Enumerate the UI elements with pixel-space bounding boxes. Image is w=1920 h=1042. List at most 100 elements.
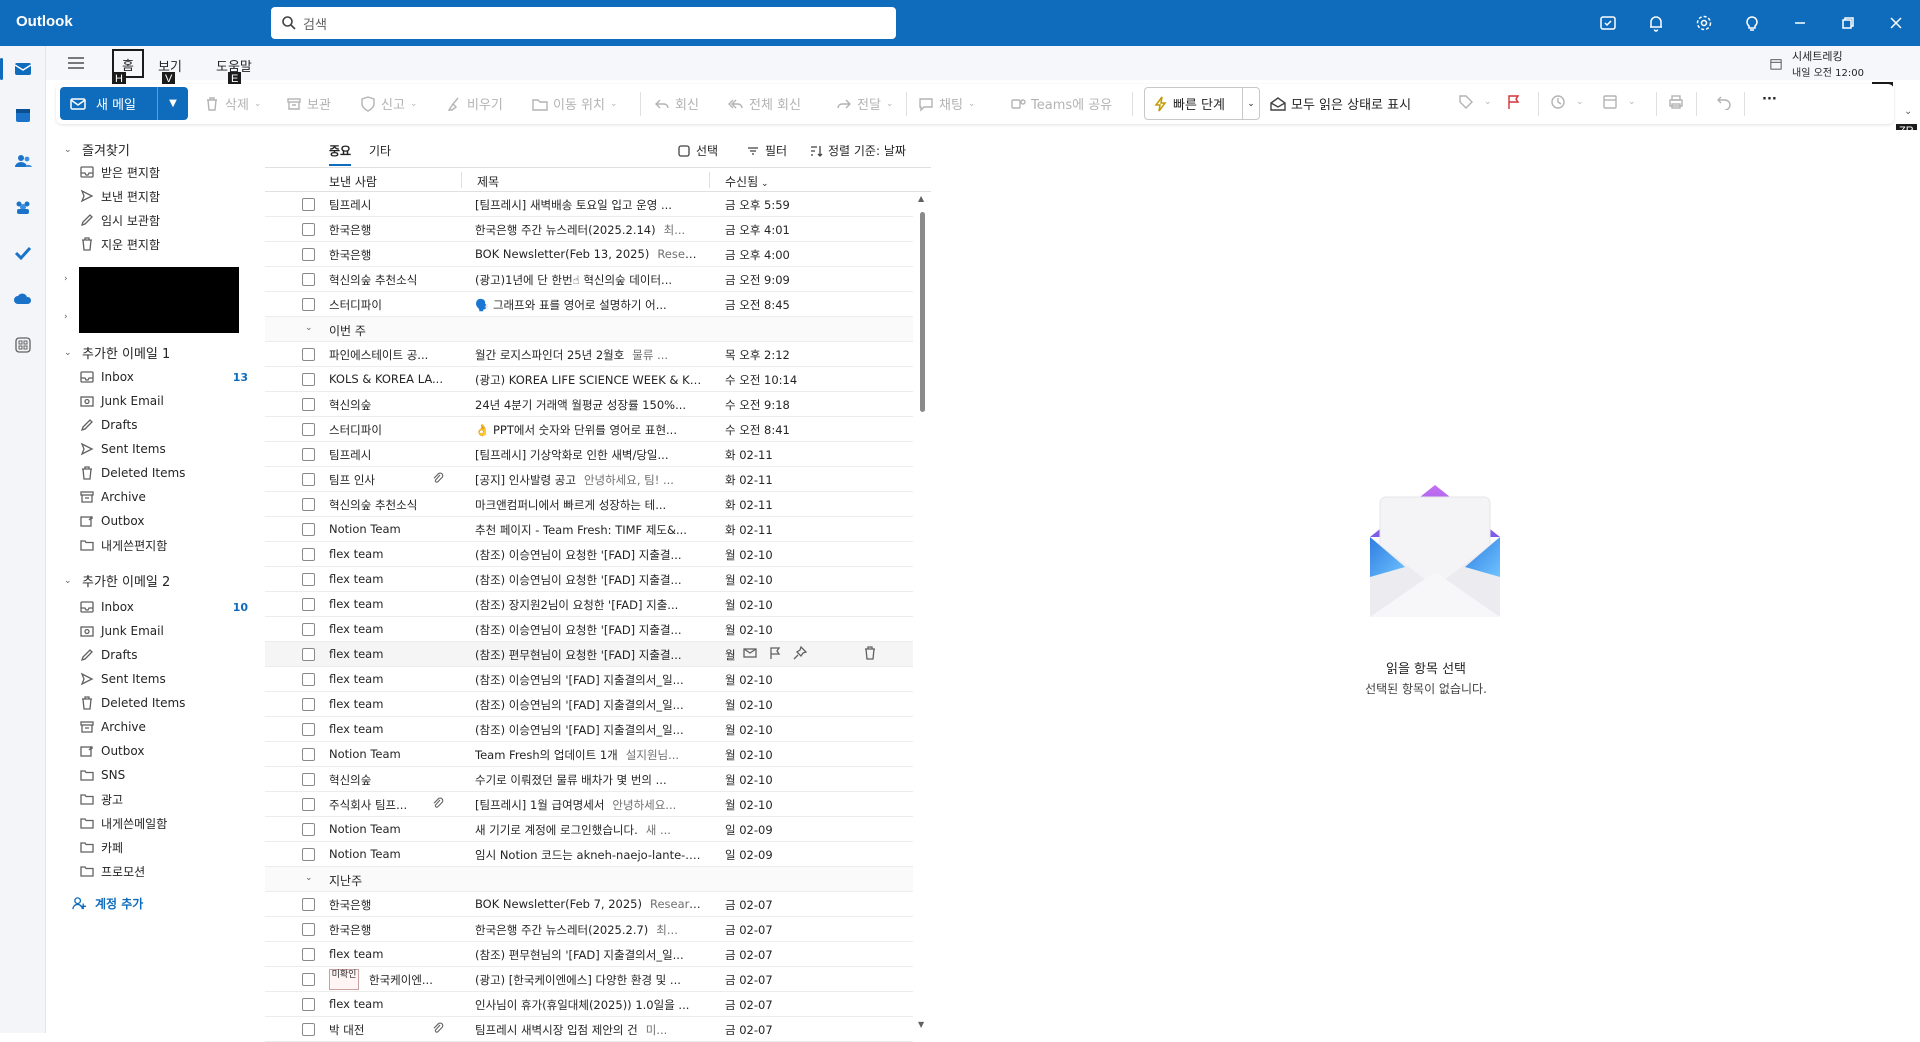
message-row[interactable]: flex team (참조) 장지원2님이 요청한 '[FAD] 지출... 월 0… <box>265 592 913 617</box>
row-checkbox[interactable] <box>302 948 315 961</box>
row-checkbox[interactable] <box>302 848 315 861</box>
fav-inbox[interactable]: 받은 편지함 <box>80 160 248 184</box>
mark-all-read-button[interactable]: 모두 읽은 상태로 표시 <box>1270 94 1411 113</box>
message-row[interactable]: 팀프레시 [팀프레시] 기상악화로 인한 새벽/당일... 화 02-11 <box>265 442 913 467</box>
report-button[interactable]: 신고 ⌄ <box>360 94 417 113</box>
message-row[interactable]: 혁신의숲 24년 4분기 거래액 월평균 성장률 150%... 수 오전 9:18 <box>265 392 913 417</box>
row-checkbox[interactable] <box>302 623 315 636</box>
delete-button[interactable]: 삭제 ⌄ <box>204 94 261 113</box>
print-button[interactable] <box>1668 94 1689 110</box>
row-checkbox[interactable] <box>302 573 315 586</box>
search-box[interactable]: 검색 <box>271 7 896 39</box>
row-checkbox[interactable] <box>302 923 315 936</box>
tips-button[interactable] <box>1728 0 1776 46</box>
pin-icon[interactable] <box>793 646 807 660</box>
message-row[interactable]: flex team (참조) 편무현님이 요청한 '[FAD] 지출결... 월 <box>265 642 913 667</box>
message-row[interactable]: flex team (참조) 이승연님이 요청한 '[FAD] 지출결... 월 0… <box>265 567 913 592</box>
row-checkbox[interactable] <box>302 523 315 536</box>
message-row[interactable]: 팀프레시 [팀프레시] 새벽배송 토요일 입고 운영 ... 금 오후 5:59 <box>265 192 913 217</box>
date-group-header[interactable]: ⌄ 지난주 <box>265 867 913 892</box>
reply-all-button[interactable]: 전체 회신 <box>728 94 801 113</box>
my-day-button[interactable] <box>1584 0 1632 46</box>
add-account-link[interactable]: 계정 추가 <box>72 895 143 912</box>
snooze-button[interactable]: ⌄ <box>1550 94 1584 110</box>
message-row[interactable]: flex team (참조) 이승연님이 요청한 '[FAD] 지출결... 월 0… <box>265 617 913 642</box>
quick-steps-dropdown[interactable]: ⌄ <box>1243 99 1259 109</box>
minimize-button[interactable] <box>1776 0 1824 46</box>
close-button[interactable] <box>1872 0 1920 46</box>
row-checkbox[interactable] <box>302 223 315 236</box>
chevron-right-icon[interactable]: › <box>64 312 68 322</box>
chevron-right-icon[interactable]: › <box>64 274 68 284</box>
scrollbar-thumb[interactable] <box>920 212 925 412</box>
row-checkbox[interactable] <box>302 423 315 436</box>
message-row[interactable]: 한국은행 한국은행 주간 뉴스레터(2025.2.7) 최... 금 02-07 <box>265 917 913 942</box>
forward-button[interactable]: 전달 ⌄ <box>836 94 893 113</box>
select-button[interactable]: 선택 <box>677 142 718 159</box>
message-row[interactable]: 한국은행 한국은행 주간 뉴스레터(2025.2.14) 최... 금 오후 4:01 <box>265 217 913 242</box>
folder-item[interactable]: Drafts <box>80 413 248 437</box>
folder-item[interactable]: Sent Items <box>80 437 248 461</box>
row-checkbox[interactable] <box>302 348 315 361</box>
mark-read-icon[interactable] <box>743 646 757 660</box>
message-row[interactable]: 한국은행 BOK Newsletter(Feb 7, 2025) Researc..… <box>265 892 913 917</box>
folder-item[interactable]: Junk Email <box>80 619 248 643</box>
folder-item[interactable]: 프로모션 <box>80 859 248 883</box>
message-row[interactable]: Notion Team 임시 Notion 코드는 akneh-naejo-lan… <box>265 842 913 867</box>
message-row[interactable]: flex team (참조) 이승연님의 '[FAD] 지출결의서_일... 월 0… <box>265 667 913 692</box>
message-row[interactable]: 주식회사 팀프... [팀프레시] 1월 급여명세서 안녕하세요... 월 02-10 <box>265 792 913 817</box>
message-row[interactable]: Notion Team Team Fresh의 업데이트 1개 설지원님... 월 0… <box>265 742 913 767</box>
favorites-header[interactable]: ⌄ 즐겨찾기 <box>56 140 130 159</box>
new-mail-button[interactable]: 새 메일 <box>60 87 158 120</box>
new-mail-dropdown[interactable]: ▼ <box>158 98 188 109</box>
message-row[interactable]: 혁신의숲 수기로 이뤄졌던 물류 배차가 몇 번의 ... 월 02-10 <box>265 767 913 792</box>
column-divider[interactable] <box>461 172 462 188</box>
folder-item[interactable]: Inbox 10 <box>80 595 248 619</box>
rail-people[interactable] <box>0 138 46 184</box>
message-row[interactable]: 혁신의숲 추천소식 (광고)1년에 단 한번☝ 혁신의숲 데이터... 금 오전 9… <box>265 267 913 292</box>
rail-mail[interactable] <box>0 46 46 92</box>
message-row[interactable]: KOLS & KOREA LA... (광고) KOREA LIFE SCIENC… <box>265 367 913 392</box>
row-checkbox[interactable] <box>302 548 315 561</box>
sweep-button[interactable]: 비우기 <box>446 94 503 113</box>
row-checkbox[interactable] <box>302 448 315 461</box>
folder-item[interactable]: Drafts <box>80 643 248 667</box>
flag-button[interactable] <box>1506 94 1527 110</box>
column-divider[interactable] <box>709 172 710 188</box>
more-options-button[interactable]: ··· <box>1762 92 1777 107</box>
message-row[interactable]: flex team (참조) 이승연님의 '[FAD] 지출결의서_일... 월 0… <box>265 717 913 742</box>
folder-item[interactable]: SNS <box>80 763 248 787</box>
message-list-scrollbar[interactable]: ▲ ▼ <box>915 192 929 1033</box>
tab-other[interactable]: 기타 <box>369 142 391 159</box>
message-row[interactable]: 한국은행 BOK Newsletter(Feb 13, 2025) Researc.… <box>265 242 913 267</box>
hamburger-menu-icon[interactable] <box>66 54 86 72</box>
message-row[interactable]: flex team 인사님이 휴가(휴일대체(2025)) 1.0일을 ... 금 … <box>265 992 913 1017</box>
folder-item[interactable]: Sent Items <box>80 667 248 691</box>
row-checkbox[interactable] <box>302 598 315 611</box>
message-row[interactable]: 혁신의숲 추천소식 마크앤컴퍼니에서 빠르게 성장하는 테... 화 02-11 <box>265 492 913 517</box>
reply-button[interactable]: 회신 <box>654 94 699 113</box>
flag-icon[interactable] <box>768 646 782 660</box>
account2-header[interactable]: ⌄ 추가한 이메일 2 <box>56 571 170 590</box>
folder-item[interactable]: 내게쓴메일함 <box>80 811 248 835</box>
scroll-up-arrow-icon[interactable]: ▲ <box>918 194 924 203</box>
move-to-button[interactable]: 이동 위치 ⌄ <box>532 94 618 113</box>
sort-button[interactable]: 정렬 기준: 날짜 <box>809 142 906 159</box>
upcoming-event[interactable]: 시세트레킹 내일 오전 12:00 <box>1770 48 1864 79</box>
row-checkbox[interactable] <box>302 373 315 386</box>
folder-item[interactable]: Junk Email <box>80 389 248 413</box>
row-checkbox[interactable] <box>302 998 315 1011</box>
rail-apps[interactable] <box>0 322 46 368</box>
categorize-button[interactable]: ⌄ <box>1458 94 1492 110</box>
share-to-teams-button[interactable]: Teams에 공유 <box>1010 94 1112 113</box>
tab-focused[interactable]: 중요 <box>329 142 352 166</box>
quick-steps-button[interactable]: 빠른 단계 <box>1145 88 1243 119</box>
row-checkbox[interactable] <box>302 673 315 686</box>
rules-button[interactable]: ⌄ <box>1602 94 1636 110</box>
row-checkbox[interactable] <box>302 773 315 786</box>
message-row[interactable]: flex team (참조) 편무현님의 '[FAD] 지출결의서_일... 금 0… <box>265 942 913 967</box>
column-subject[interactable]: 제목 <box>477 173 499 190</box>
row-checkbox[interactable] <box>302 398 315 411</box>
trash-icon[interactable] <box>863 646 877 660</box>
folder-item[interactable]: 카페 <box>80 835 248 859</box>
